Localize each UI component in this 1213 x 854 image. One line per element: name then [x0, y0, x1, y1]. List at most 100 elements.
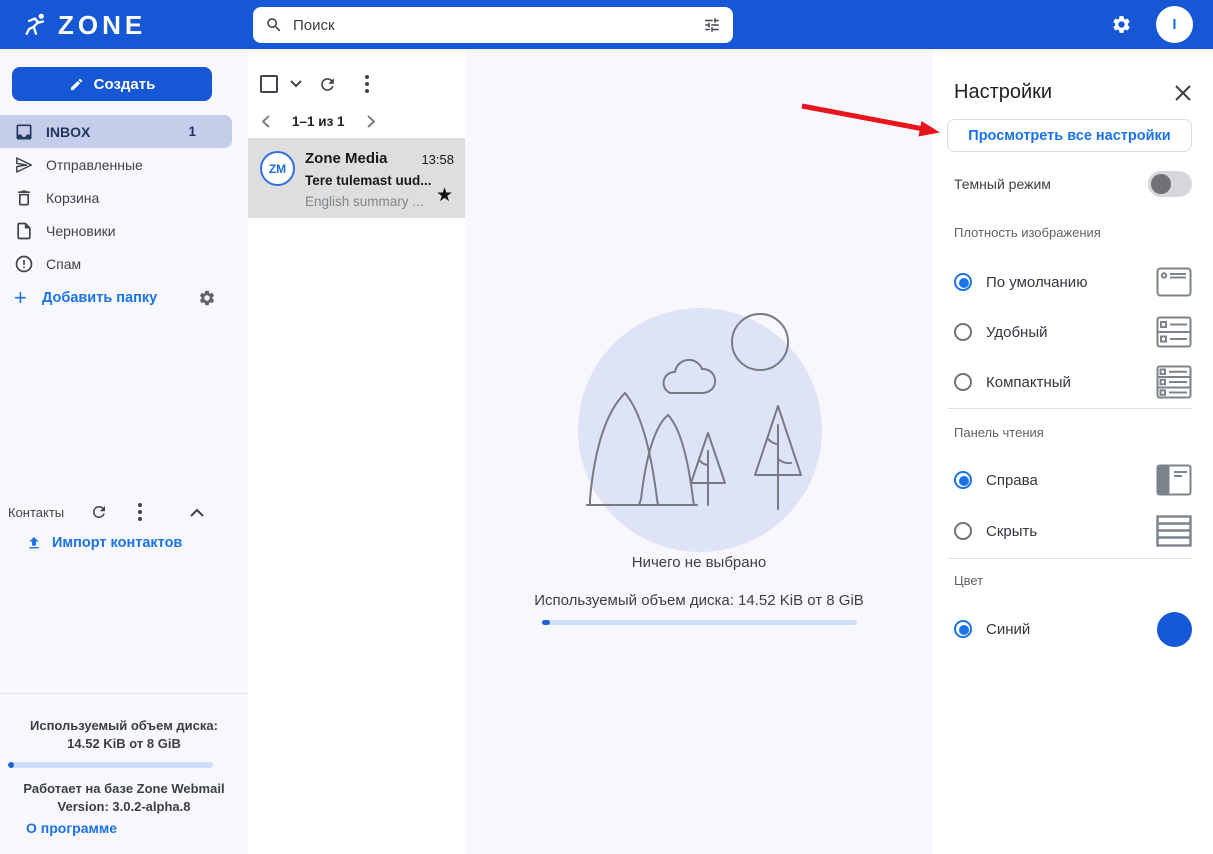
radio-selected-icon[interactable]	[954, 620, 972, 638]
contacts-more-icon[interactable]	[132, 501, 148, 523]
main-content: Ничего не выбрано Используемый объем дис…	[465, 49, 933, 854]
select-dropdown-icon[interactable]	[290, 80, 302, 88]
page-prev-icon[interactable]	[262, 114, 270, 128]
settings-gear-icon[interactable]	[1111, 14, 1132, 35]
app-logo: ZONE	[22, 11, 146, 39]
draft-icon	[14, 221, 34, 241]
folder-label: Черновики	[46, 222, 116, 239]
folder-count: 1	[188, 124, 196, 139]
folder-settings-gear-icon[interactable]	[198, 289, 216, 307]
sidebar-disk-usage: Используемый объем диска: 14.52 KiB от 8…	[30, 718, 218, 751]
send-icon	[14, 155, 34, 175]
search-options-icon[interactable]	[703, 16, 721, 34]
folder-label: Отправленные	[46, 156, 143, 173]
compose-button[interactable]: Создать	[12, 67, 212, 101]
email-subject: Tere tulemast uud...	[305, 173, 432, 188]
star-icon[interactable]: ★	[436, 186, 453, 205]
contacts-collapse-icon[interactable]	[190, 508, 204, 517]
density-compact-icon	[1156, 365, 1192, 399]
pagination-label: 1–1 из 1	[292, 113, 345, 129]
contacts-title: Контакты	[8, 504, 65, 520]
density-option-compact[interactable]: Компактный	[954, 357, 1192, 407]
dark-mode-label: Темный режим	[954, 176, 1051, 192]
radio-selected-icon[interactable]	[954, 273, 972, 291]
settings-panel: Настройки Просмотреть все настройки Темн…	[933, 49, 1213, 854]
trash-icon	[14, 188, 34, 208]
toggle-knob	[1151, 174, 1171, 194]
spam-icon	[14, 254, 34, 274]
inbox-icon	[14, 122, 34, 142]
mail-list-panel: 1–1 из 1 ZM Zone Media 13:58 Tere tulema…	[248, 49, 465, 854]
reading-option-hide[interactable]: Скрыть	[954, 506, 1192, 556]
dark-mode-toggle[interactable]	[1148, 171, 1192, 197]
avatar[interactable]: I	[1156, 6, 1193, 43]
page-next-icon[interactable]	[366, 114, 375, 128]
logo-text: ZONE	[58, 9, 147, 40]
option-label: Синий	[986, 620, 1031, 638]
import-contacts-label: Импорт контактов	[52, 535, 183, 551]
density-comfortable-icon	[1156, 316, 1192, 348]
folder-label: Спам	[46, 255, 82, 272]
folder-label: Корзина	[46, 189, 100, 206]
density-section-title: Плотность изображения	[954, 225, 1101, 240]
import-contacts-button[interactable]: Импорт контактов	[26, 535, 182, 551]
search-bar[interactable]	[253, 7, 733, 43]
sender-avatar: ZM	[260, 151, 295, 186]
sidebar-item-spam[interactable]: Спам	[0, 247, 248, 280]
option-label: По умолчанию	[986, 273, 1088, 291]
density-default-icon	[1156, 267, 1192, 297]
list-more-icon[interactable]	[359, 73, 375, 95]
sidebar: Создать INBOX 1 Отправленные Корзина Чер…	[0, 49, 248, 854]
reading-option-right[interactable]: Справа	[954, 455, 1192, 505]
email-list-item[interactable]: ZM Zone Media 13:58 Tere tulemast uud...…	[248, 138, 465, 218]
email-sender: Zone Media	[305, 150, 388, 167]
radio-icon[interactable]	[954, 373, 972, 391]
pencil-icon	[69, 77, 84, 92]
option-label: Компактный	[986, 373, 1071, 391]
radio-icon[interactable]	[954, 323, 972, 341]
nothing-selected-label: Ничего не выбрано	[631, 554, 767, 571]
density-option-comfortable[interactable]: Удобный	[954, 307, 1192, 357]
compose-label: Создать	[93, 75, 156, 93]
select-all-checkbox[interactable]	[260, 75, 278, 93]
option-label: Скрыть	[986, 522, 1038, 540]
view-all-settings-button[interactable]: Просмотреть все настройки	[947, 119, 1192, 152]
color-section-title: Цвет	[954, 573, 984, 588]
option-label: Удобный	[986, 323, 1048, 341]
email-preview: English summary ...	[305, 194, 424, 209]
sidebar-item-trash[interactable]: Корзина	[0, 181, 248, 214]
divider	[947, 558, 1192, 559]
reading-pane-section-title: Панель чтения	[954, 425, 1044, 440]
plus-icon[interactable]: +	[14, 287, 34, 309]
radio-icon[interactable]	[954, 522, 972, 540]
runner-icon	[22, 11, 50, 39]
option-label: Справа	[986, 471, 1038, 489]
sidebar-item-sent[interactable]: Отправленные	[0, 148, 248, 181]
sidebar-item-drafts[interactable]: Черновики	[0, 214, 248, 247]
refresh-icon[interactable]	[318, 75, 337, 94]
color-option-blue[interactable]: Синий	[954, 604, 1192, 654]
main-disk-usage-label: Используемый объем диска: 14.52 KiB от 8…	[534, 592, 864, 609]
search-icon	[265, 16, 283, 34]
close-icon[interactable]	[1175, 85, 1191, 101]
reading-right-icon	[1156, 464, 1192, 496]
empty-state-illustration	[569, 303, 829, 568]
top-bar: ZONE I	[0, 0, 1213, 49]
divider	[947, 408, 1192, 409]
reading-hide-icon	[1156, 515, 1192, 547]
powered-by: Работает на базе Zone Webmail Version: 3…	[23, 781, 225, 814]
about-link[interactable]: О программе	[26, 820, 117, 836]
blue-color-swatch[interactable]	[1157, 611, 1192, 647]
add-folder-button[interactable]: Добавить папку	[42, 290, 157, 306]
disk-usage-progressbar	[8, 762, 213, 768]
email-time: 13:58	[421, 152, 454, 167]
folder-label: INBOX	[46, 123, 91, 140]
sidebar-item-inbox[interactable]: INBOX 1	[0, 115, 232, 148]
density-option-default[interactable]: По умолчанию	[954, 257, 1192, 307]
search-input[interactable]	[293, 16, 703, 34]
radio-selected-icon[interactable]	[954, 471, 972, 489]
upload-icon	[26, 535, 42, 551]
contacts-refresh-icon[interactable]	[90, 503, 108, 521]
settings-title: Настройки	[954, 81, 1053, 103]
divider	[0, 693, 248, 694]
